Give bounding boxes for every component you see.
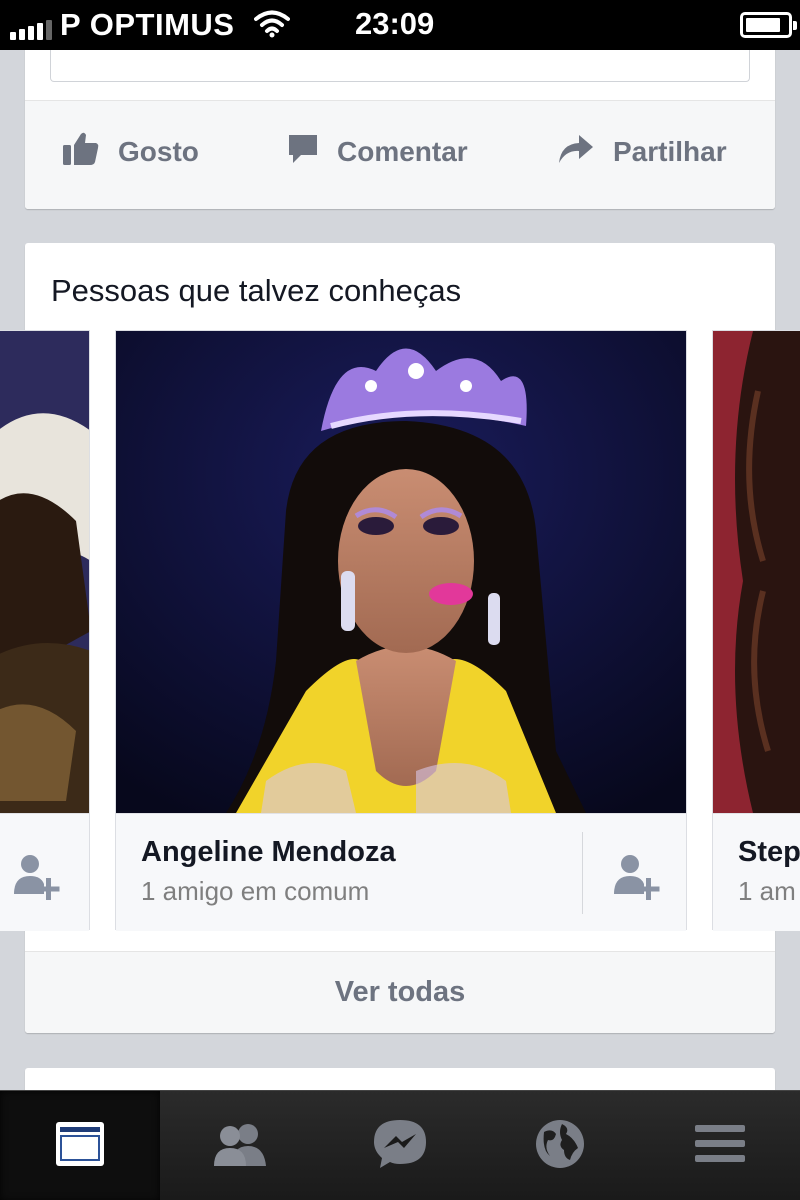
tab-more[interactable]: [640, 1091, 800, 1200]
person-name[interactable]: Angeline Mendoza: [141, 836, 396, 869]
person-name[interactable]: Step: [738, 836, 800, 869]
person-card[interactable]: Angeline Mendoza 1 amigo em comum: [115, 330, 687, 931]
next-feed-card: [25, 1068, 775, 1090]
person-card[interactable]: [0, 330, 90, 931]
see-all-button[interactable]: Ver todas: [25, 951, 775, 1033]
person-info: [0, 813, 89, 931]
status-left: P OPTIMUS: [10, 6, 291, 44]
comment-icon: [287, 133, 319, 172]
tab-messages[interactable]: [320, 1091, 480, 1200]
profile-photo[interactable]: [0, 331, 89, 813]
messenger-icon: [372, 1118, 428, 1175]
friend-requests-icon: [210, 1120, 270, 1173]
comment-label: Comentar: [337, 136, 468, 167]
status-time: 23:09: [355, 6, 435, 41]
divider: [582, 832, 583, 914]
share-icon: [557, 133, 595, 172]
notifications-globe-icon: [534, 1118, 586, 1175]
tab-bar: [0, 1090, 800, 1200]
battery-fill: [746, 18, 780, 32]
share-button[interactable]: Partilhar: [557, 131, 727, 173]
thumbs-up-icon: [62, 131, 100, 174]
mutual-friends-count: 1 am: [738, 876, 796, 906]
tab-news-feed[interactable]: [0, 1091, 160, 1200]
signal-icon: [10, 18, 52, 40]
pymk-title: Pessoas que talvez conheças: [51, 273, 462, 308]
mutual-friends-count[interactable]: 1 amigo em comum: [141, 876, 369, 907]
like-button[interactable]: Gosto: [62, 131, 199, 173]
share-label: Partilhar: [613, 136, 727, 167]
pymk-carousel[interactable]: Angeline Mendoza 1 amigo em comum Step 1…: [0, 330, 800, 931]
menu-icon: [693, 1122, 747, 1171]
add-friend-icon[interactable]: [608, 850, 664, 906]
news-feed[interactable]: Gosto Comentar Partilhar Pessoas que tal…: [0, 50, 800, 1090]
news-feed-icon: [54, 1120, 106, 1173]
status-bar: P OPTIMUS 23:09: [0, 0, 800, 50]
comment-button[interactable]: Comentar: [287, 131, 468, 173]
like-label: Gosto: [118, 136, 199, 167]
profile-photo[interactable]: [116, 331, 686, 813]
comment-input[interactable]: [50, 50, 750, 82]
post-action-bar: Gosto Comentar Partilhar: [25, 100, 775, 209]
add-friend-icon[interactable]: [8, 850, 64, 906]
battery-icon: [740, 12, 797, 38]
tab-notifications[interactable]: [480, 1091, 640, 1200]
tab-friend-requests[interactable]: [160, 1091, 320, 1200]
wifi-icon: [254, 10, 291, 43]
person-info: Step 1 am: [713, 813, 800, 931]
people-you-may-know-card: Pessoas que talvez conheças Angeline Men…: [0, 243, 800, 1033]
carrier-name: P OPTIMUS: [60, 7, 235, 42]
person-card[interactable]: Step 1 am: [712, 330, 800, 931]
profile-photo[interactable]: [713, 331, 800, 813]
person-info: Angeline Mendoza 1 amigo em comum: [116, 813, 686, 931]
post-card: Gosto Comentar Partilhar: [25, 50, 775, 209]
